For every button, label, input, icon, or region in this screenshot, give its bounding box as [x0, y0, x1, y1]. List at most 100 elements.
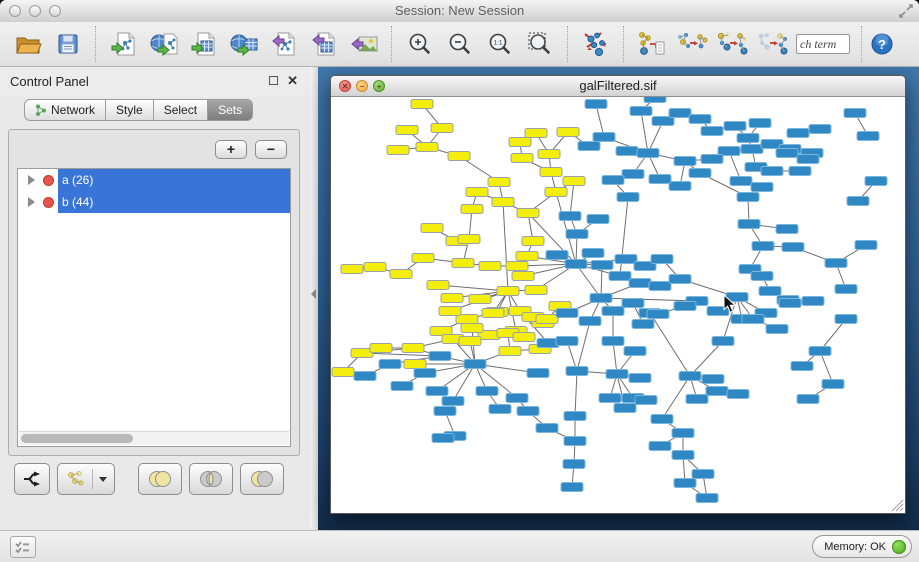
graph-node-blue[interactable]: [506, 394, 528, 403]
graph-node-blue[interactable]: [651, 255, 673, 264]
zoom-selected-region-button[interactable]: [522, 25, 558, 63]
graph-node-yellow[interactable]: [492, 198, 514, 207]
graph-node-blue[interactable]: [637, 149, 659, 158]
graph-node-yellow[interactable]: [517, 209, 539, 218]
graph-node-blue[interactable]: [809, 347, 831, 356]
graph-node-yellow[interactable]: [461, 324, 483, 333]
graph-node-blue[interactable]: [546, 251, 568, 260]
graph-node-blue[interactable]: [726, 293, 748, 302]
expander-icon[interactable]: [28, 197, 35, 207]
graph-node-yellow[interactable]: [536, 315, 558, 324]
minimize-view-button[interactable]: −: [356, 80, 368, 92]
graph-node-blue[interactable]: [566, 367, 588, 376]
zoom-button[interactable]: [49, 5, 61, 17]
intersection-sets-button[interactable]: [189, 463, 233, 495]
graph-node-blue[interactable]: [689, 169, 711, 178]
graph-node-blue[interactable]: [649, 442, 671, 451]
graph-node-blue[interactable]: [802, 297, 824, 306]
graph-node-yellow[interactable]: [482, 309, 504, 318]
graph-node-blue[interactable]: [629, 374, 651, 383]
graph-node-yellow[interactable]: [466, 188, 488, 197]
union-sets-button[interactable]: [138, 463, 182, 495]
graph-edge[interactable]: [575, 371, 577, 416]
graph-node-blue[interactable]: [578, 142, 600, 151]
graph-node-blue[interactable]: [602, 337, 624, 346]
graph-node-yellow[interactable]: [439, 307, 461, 316]
graph-node-blue[interactable]: [644, 97, 666, 103]
graph-node-blue[interactable]: [797, 395, 819, 404]
graph-node-blue[interactable]: [651, 415, 673, 424]
graph-node-blue[interactable]: [563, 460, 585, 469]
graph-node-blue[interactable]: [825, 259, 847, 268]
scrollbar-thumb[interactable]: [21, 434, 133, 443]
set-row-a[interactable]: a (26): [18, 169, 290, 191]
graph-node-blue[interactable]: [674, 479, 696, 488]
graph-node-blue[interactable]: [354, 372, 376, 381]
graph-node-blue[interactable]: [701, 155, 723, 164]
graph-node-blue[interactable]: [622, 170, 644, 179]
graph-node-blue[interactable]: [738, 220, 760, 229]
graph-node-yellow[interactable]: [427, 281, 449, 290]
graph-node-blue[interactable]: [527, 369, 549, 378]
graph-node-blue[interactable]: [696, 494, 718, 503]
graph-node-yellow[interactable]: [545, 188, 567, 197]
graph-node-yellow[interactable]: [448, 152, 470, 161]
graph-node-yellow[interactable]: [540, 168, 562, 177]
graph-node-blue[interactable]: [692, 470, 714, 479]
graph-node-yellow[interactable]: [538, 150, 560, 159]
graph-node-blue[interactable]: [855, 241, 877, 250]
task-history-button[interactable]: [10, 536, 36, 558]
graph-node-blue[interactable]: [835, 285, 857, 294]
graph-node-yellow[interactable]: [402, 344, 424, 353]
import-table-file-button[interactable]: [186, 25, 222, 63]
graph-node-blue[interactable]: [591, 261, 613, 270]
open-session-button[interactable]: [10, 25, 46, 63]
graph-node-blue[interactable]: [464, 360, 486, 369]
graph-node-yellow[interactable]: [431, 124, 453, 133]
graph-node-blue[interactable]: [536, 424, 558, 433]
graph-node-blue[interactable]: [566, 230, 588, 239]
memory-status-button[interactable]: Memory: OK: [812, 535, 912, 558]
graph-node-blue[interactable]: [556, 309, 578, 318]
graph-node-blue[interactable]: [615, 255, 637, 264]
graph-node-blue[interactable]: [564, 412, 586, 421]
graph-node-blue[interactable]: [624, 347, 646, 356]
network-graph[interactable]: [331, 97, 905, 513]
graph-edge[interactable]: [577, 321, 590, 371]
zoom-view-button[interactable]: +: [373, 80, 385, 92]
graph-node-blue[interactable]: [622, 299, 644, 308]
graph-node-blue[interactable]: [865, 177, 887, 186]
graph-node-blue[interactable]: [579, 317, 601, 326]
tab-network[interactable]: Network: [24, 99, 106, 121]
graph-node-blue[interactable]: [517, 407, 539, 416]
graph-node-blue[interactable]: [679, 372, 701, 381]
graph-node-blue[interactable]: [706, 387, 728, 396]
horizontal-scrollbar[interactable]: [19, 431, 289, 445]
graph-edge[interactable]: [362, 353, 440, 356]
graph-node-yellow[interactable]: [459, 337, 481, 346]
graph-edge[interactable]: [601, 298, 697, 301]
graph-node-blue[interactable]: [616, 147, 638, 156]
graph-node-blue[interactable]: [737, 193, 759, 202]
graph-node-blue[interactable]: [759, 287, 781, 296]
add-set-button[interactable]: +: [215, 140, 247, 159]
graph-node-blue[interactable]: [561, 483, 583, 492]
graph-node-yellow[interactable]: [461, 205, 483, 214]
graph-node-blue[interactable]: [391, 382, 413, 391]
graph-node-yellow[interactable]: [452, 259, 474, 268]
graph-node-blue[interactable]: [587, 215, 609, 224]
graph-node-blue[interactable]: [602, 176, 624, 185]
graph-node-blue[interactable]: [559, 212, 581, 221]
graph-node-blue[interactable]: [672, 451, 694, 460]
graph-node-blue[interactable]: [674, 302, 696, 311]
graph-node-yellow[interactable]: [458, 235, 480, 244]
graph-node-blue[interactable]: [599, 394, 621, 403]
new-network-selected-nodes-all-edges-button[interactable]: [714, 25, 750, 63]
graph-node-blue[interactable]: [582, 249, 604, 258]
graph-node-blue[interactable]: [590, 294, 612, 303]
graph-node-blue[interactable]: [737, 134, 759, 143]
new-network-from-selection-button[interactable]: [674, 25, 710, 63]
graph-node-blue[interactable]: [556, 337, 578, 346]
graph-node-blue[interactable]: [442, 397, 464, 406]
graph-node-blue[interactable]: [609, 272, 631, 281]
